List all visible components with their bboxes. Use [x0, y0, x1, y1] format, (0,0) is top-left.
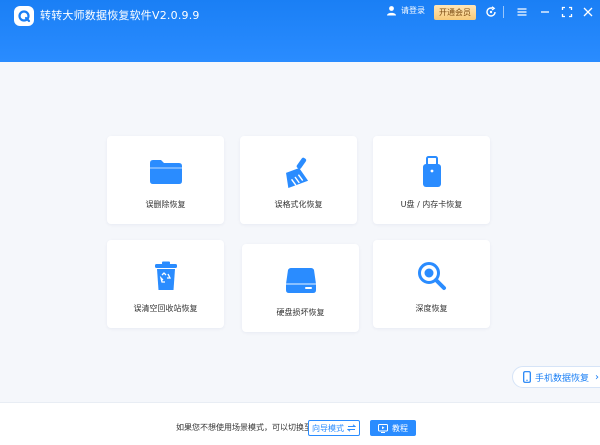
footer-prompt: 如果您不想使用场景模式，可以切换至 [176, 423, 312, 432]
card-label: 误格式化恢复 [274, 200, 323, 209]
card-label: 误删除恢复 [145, 200, 186, 209]
tutorial-label: 教程 [392, 423, 408, 433]
footer-bar: 如果您不想使用场景模式，可以切换至 向导模式 教程 [0, 402, 600, 445]
card-label: 深度恢复 [415, 304, 448, 313]
folder-icon [107, 156, 224, 188]
broom-icon [240, 156, 357, 188]
card-recycle-bin-recovery[interactable]: 误清空回收站恢复 [107, 240, 224, 328]
header-divider [503, 6, 504, 18]
fullscreen-icon[interactable] [560, 5, 574, 19]
menu-icon[interactable] [515, 5, 529, 19]
card-usb-recovery[interactable]: U盘 / 内存卡恢复 [373, 136, 490, 224]
switch-icon [347, 424, 356, 432]
tutorial-button[interactable]: 教程 [370, 420, 416, 436]
hard-disk-icon [242, 264, 359, 296]
wizard-mode-label: 向导模式 [312, 423, 344, 433]
login-button[interactable]: 请登录 [386, 5, 425, 16]
app-logo-icon [14, 6, 34, 26]
card-deleted-recovery[interactable]: 误删除恢复 [107, 136, 224, 224]
deep-search-icon [373, 260, 490, 292]
card-label: 硬盘损坏恢复 [276, 308, 325, 317]
card-label: U盘 / 内存卡恢复 [400, 200, 463, 209]
login-label: 请登录 [401, 6, 425, 15]
chevron-right-icon: › [595, 371, 600, 383]
vip-button[interactable]: 开通会员 [434, 5, 476, 20]
recycle-bin-icon [107, 260, 224, 292]
tutorial-icon [378, 423, 388, 433]
refresh-icon[interactable] [484, 5, 498, 19]
mobile-recovery-label: 手机数据恢复 [535, 373, 590, 384]
card-format-recovery[interactable]: 误格式化恢复 [240, 136, 357, 224]
close-icon[interactable] [581, 5, 595, 19]
app-title: 转转大师数据恢复软件V2.0.9.9 [40, 9, 200, 22]
usb-drive-icon [373, 156, 490, 188]
mobile-recovery-button[interactable]: 手机数据恢复 › [512, 366, 600, 388]
card-label: 误清空回收站恢复 [133, 304, 198, 313]
card-deep-recovery[interactable]: 深度恢复 [373, 240, 490, 328]
phone-icon [523, 371, 531, 383]
user-icon [387, 6, 396, 16]
title-bar: 转转大师数据恢复软件V2.0.9.9 请登录 开通会员 [0, 0, 600, 62]
wizard-mode-button[interactable]: 向导模式 [308, 420, 360, 436]
minimize-icon[interactable] [538, 5, 552, 19]
card-hard-disk-recovery[interactable]: 硬盘损坏恢复 [242, 244, 359, 332]
